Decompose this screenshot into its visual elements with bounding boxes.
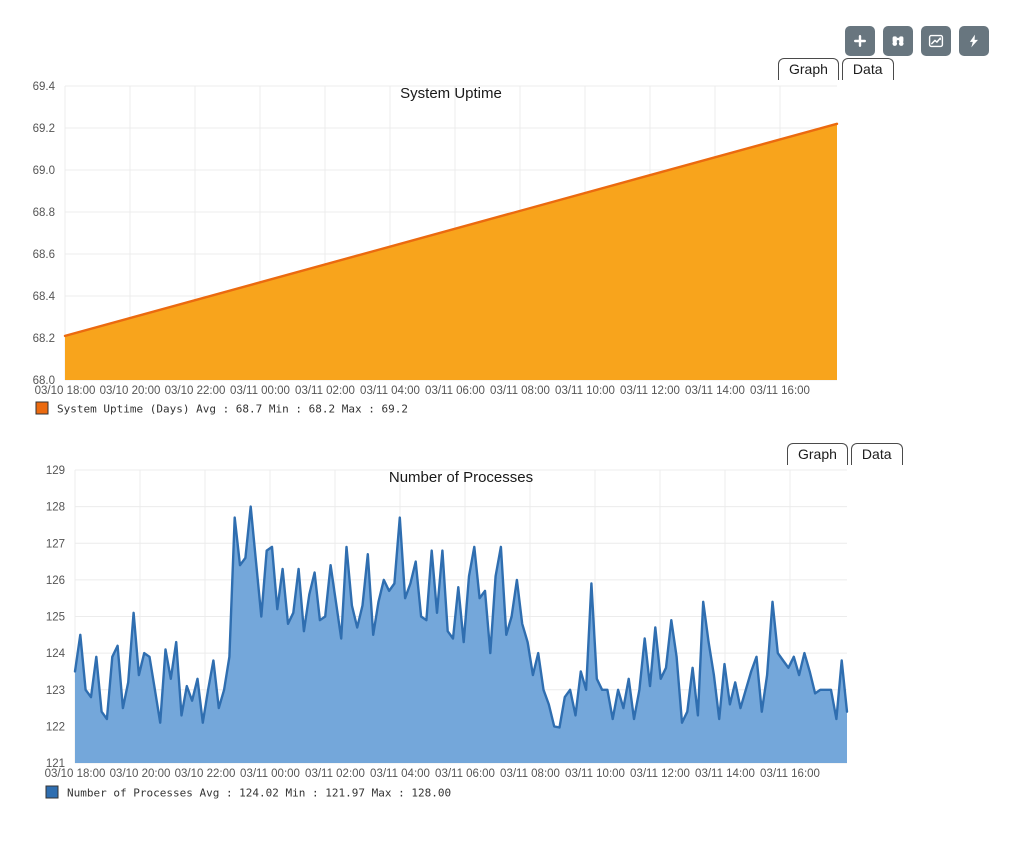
y-tick-label: 69.4: [33, 81, 56, 93]
x-tick-label: 03/11 04:00: [370, 768, 430, 780]
monitoring-page: Graph Data 69.469.269.068.868.668.468.26…: [0, 0, 1010, 856]
system-uptime-chart-canvas: 69.469.269.068.868.668.468.268.003/10 18…: [0, 76, 850, 420]
graph-view-button[interactable]: [921, 26, 951, 56]
x-tick-label: 03/11 10:00: [565, 768, 625, 780]
x-tick-label: 03/11 14:00: [685, 385, 745, 397]
x-tick-label: 03/10 18:00: [45, 768, 106, 780]
y-tick-label: 128: [46, 502, 65, 514]
number-of-processes-chart-canvas: 12912812712612512412312212103/10 18:0003…: [0, 460, 860, 804]
y-tick-label: 125: [46, 612, 65, 624]
x-tick-label: 03/11 16:00: [760, 768, 820, 780]
plot-area: 12912812712612512412312212103/10 18:0003…: [45, 465, 847, 780]
x-tick-label: 03/11 14:00: [695, 768, 755, 780]
y-tick-label: 124: [46, 648, 66, 660]
x-tick-label: 03/10 18:00: [35, 385, 96, 397]
y-tick-label: 69.2: [33, 123, 55, 135]
x-tick-label: 03/11 12:00: [630, 768, 690, 780]
y-tick-label: 69.0: [33, 165, 55, 177]
actions-button[interactable]: [959, 26, 989, 56]
add-graph-button[interactable]: [845, 26, 875, 56]
line-chart-icon: [928, 33, 944, 49]
legend-swatch: [36, 402, 48, 414]
x-tick-label: 03/11 06:00: [425, 385, 485, 397]
x-tick-label: 03/10 20:00: [100, 385, 161, 397]
legend-text: Number of Processes Avg : 124.02 Min : 1…: [67, 787, 451, 800]
x-tick-label: 03/11 12:00: [620, 385, 680, 397]
y-tick-label: 127: [46, 538, 65, 550]
chart-title: System Uptime: [400, 85, 502, 102]
plus-icon: [852, 33, 868, 49]
x-tick-label: 03/11 08:00: [500, 768, 560, 780]
search-metrics-button[interactable]: [883, 26, 913, 56]
y-tick-label: 68.2: [33, 333, 55, 345]
y-tick-label: 129: [46, 465, 65, 477]
y-tick-label: 126: [46, 575, 65, 587]
graph-toolbar: [845, 26, 989, 56]
system-uptime-chart: 69.469.269.068.868.668.468.268.003/10 18…: [0, 76, 850, 425]
lightning-icon: [966, 33, 982, 49]
area-series: [75, 507, 847, 763]
x-tick-label: 03/11 02:00: [295, 385, 355, 397]
x-tick-label: 03/10 20:00: [110, 768, 171, 780]
x-tick-label: 03/11 08:00: [490, 385, 550, 397]
x-tick-label: 03/10 22:00: [175, 768, 236, 780]
y-tick-label: 68.4: [33, 291, 56, 303]
area-series: [65, 124, 837, 380]
x-tick-label: 03/11 02:00: [305, 768, 365, 780]
x-tick-label: 03/11 06:00: [435, 768, 495, 780]
binoculars-icon: [890, 33, 906, 49]
y-tick-label: 122: [46, 721, 65, 733]
x-tick-label: 03/11 16:00: [750, 385, 810, 397]
number-of-processes-chart: 12912812712612512412312212103/10 18:0003…: [0, 460, 860, 809]
x-tick-label: 03/11 04:00: [360, 385, 420, 397]
y-tick-label: 123: [46, 685, 65, 697]
legend-swatch: [46, 786, 58, 798]
y-tick-label: 68.8: [33, 207, 55, 219]
y-tick-label: 68.6: [33, 249, 55, 261]
x-tick-label: 03/11 10:00: [555, 385, 615, 397]
x-tick-label: 03/10 22:00: [165, 385, 226, 397]
legend-text: System Uptime (Days) Avg : 68.7 Min : 68…: [57, 403, 408, 416]
x-tick-label: 03/11 00:00: [230, 385, 290, 397]
chart-title: Number of Processes: [389, 469, 533, 486]
x-tick-label: 03/11 00:00: [240, 768, 300, 780]
plot-area: 69.469.269.068.868.668.468.268.003/10 18…: [33, 81, 837, 397]
